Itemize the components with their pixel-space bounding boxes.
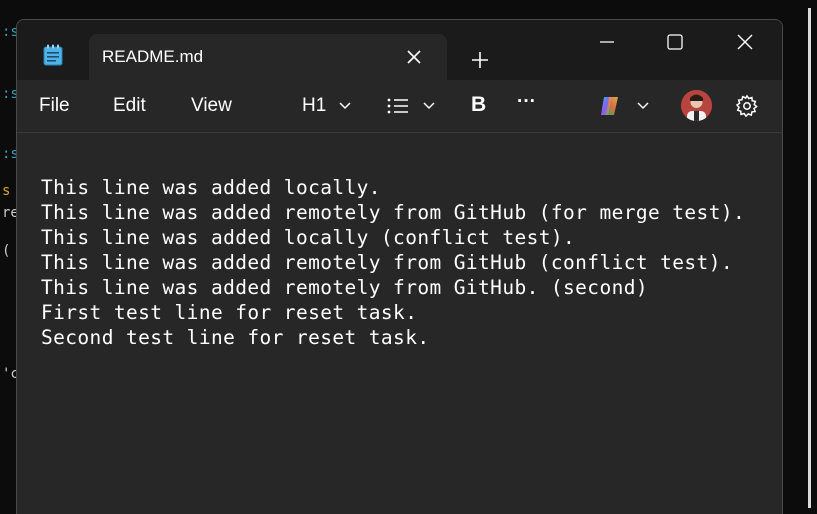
tab-title: README.md xyxy=(102,47,204,66)
close-tab-icon[interactable] xyxy=(401,44,427,70)
notepad-window: README.md File Edit View H1 B ··· This l… xyxy=(16,19,783,514)
menu-view[interactable]: View xyxy=(191,95,232,117)
bulleted-list-icon[interactable] xyxy=(386,92,410,120)
text-line: This line was added remotely from GitHub… xyxy=(41,251,733,274)
avatar[interactable] xyxy=(681,90,712,121)
tab-readme[interactable]: README.md xyxy=(89,34,447,80)
text-line: Second test line for reset task. xyxy=(41,326,430,349)
chevron-down-icon[interactable] xyxy=(337,92,353,120)
gear-icon[interactable] xyxy=(735,92,759,120)
desktop: :s :s :s s re ( 'c README.md File Edit V… xyxy=(0,0,817,514)
background-text-fragment: s xyxy=(2,183,11,199)
minimize-icon[interactable] xyxy=(587,28,627,58)
notepad-icon xyxy=(43,44,63,66)
user-avatar-icon xyxy=(681,90,712,121)
text-line: First test line for reset task. xyxy=(41,301,418,324)
text-line: This line was added locally. xyxy=(41,176,381,199)
more-options-button[interactable]: ··· xyxy=(517,91,536,113)
text-line: This line was added remotely from GitHub… xyxy=(41,276,648,299)
bold-button[interactable]: B xyxy=(471,93,486,117)
new-tab-icon[interactable] xyxy=(467,47,493,73)
text-editor[interactable]: This line was added locally. This line w… xyxy=(17,133,782,514)
chevron-down-icon[interactable] xyxy=(421,92,437,120)
close-window-icon[interactable] xyxy=(725,28,765,58)
text-line: This line was added remotely from GitHub… xyxy=(41,201,746,224)
chevron-down-icon[interactable] xyxy=(635,92,651,120)
copilot-icon[interactable] xyxy=(597,92,623,120)
heading-dropdown[interactable]: H1 xyxy=(302,95,326,117)
background-window-edge xyxy=(808,8,811,508)
background-text-fragment: ( xyxy=(2,243,11,259)
menu-file[interactable]: File xyxy=(39,95,70,117)
text-line: This line was added locally (conflict te… xyxy=(41,226,576,249)
menu-bar: File Edit View H1 B ··· xyxy=(17,80,782,132)
menu-edit[interactable]: Edit xyxy=(113,95,146,117)
title-bar[interactable]: README.md xyxy=(17,20,782,80)
maximize-icon[interactable] xyxy=(655,28,695,58)
